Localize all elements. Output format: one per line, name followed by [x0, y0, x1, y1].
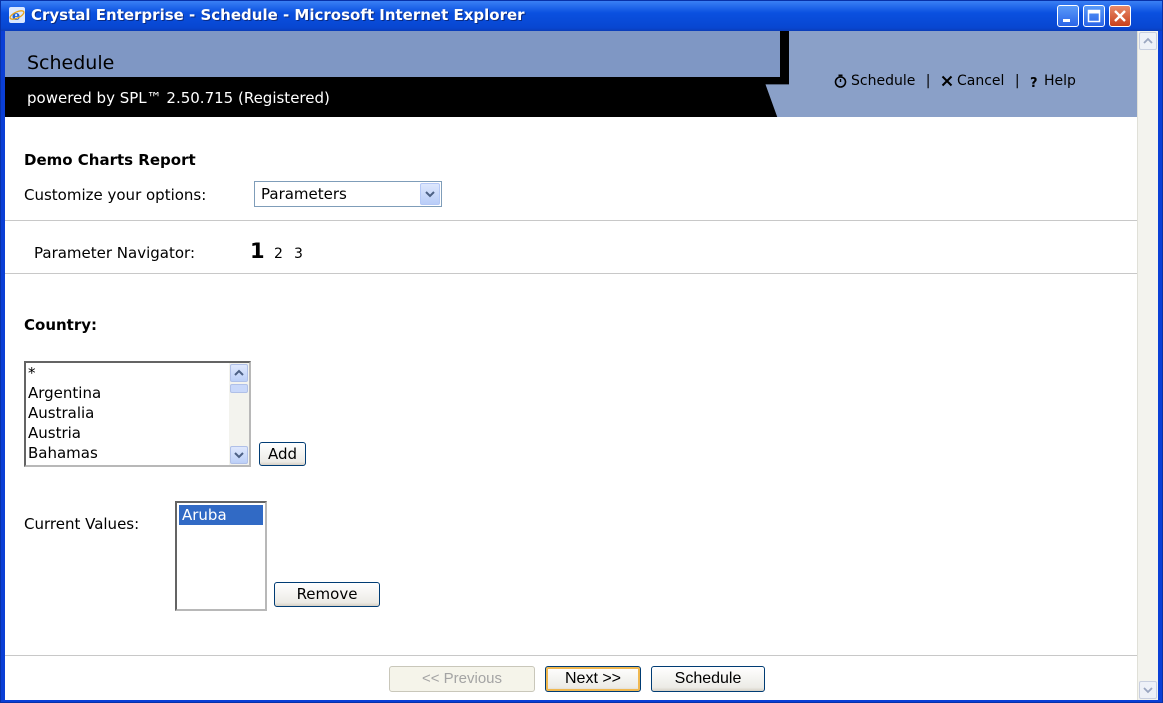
customize-options-label: Customize your options: — [24, 186, 207, 204]
country-options: * Argentina Australia Austria Bahamas — [28, 363, 101, 463]
page-content: Schedule powered by SPL™ 2.50.715 (Regis… — [5, 31, 1137, 700]
chevron-up-icon — [1143, 37, 1153, 44]
schedule-button[interactable]: Schedule — [651, 666, 765, 692]
list-item[interactable]: Austria — [28, 423, 101, 443]
close-icon — [1114, 10, 1126, 22]
header-title-band — [5, 31, 780, 77]
help-link[interactable]: ? Help — [1026, 73, 1076, 91]
scroll-up-button[interactable] — [230, 364, 248, 382]
help-link-label: Help — [1044, 73, 1076, 89]
minimize-icon — [1063, 19, 1070, 22]
current-values-label: Current Values: — [24, 515, 140, 533]
param-page-1: 1 — [250, 239, 265, 263]
param-page-2-link[interactable]: 2 — [274, 246, 283, 262]
current-values-listbox[interactable]: Aruba — [175, 501, 267, 611]
listbox-scrollbar[interactable] — [229, 363, 249, 465]
list-item[interactable]: * — [28, 363, 101, 383]
dropdown-button[interactable] — [420, 183, 440, 205]
scroll-thumb[interactable] — [230, 384, 248, 393]
internet-explorer-icon: e — [9, 7, 25, 23]
next-button[interactable]: Next >> — [545, 666, 641, 692]
cancel-link-label: Cancel — [956, 73, 1005, 89]
previous-button: << Previous — [389, 666, 535, 692]
close-button[interactable] — [1109, 5, 1131, 27]
add-button[interactable]: Add — [259, 442, 306, 466]
powered-by-text: powered by SPL™ 2.50.715 (Registered) — [27, 89, 330, 107]
window-title: Crystal Enterprise - Schedule - Microsof… — [31, 6, 525, 24]
link-separator: | — [1014, 73, 1020, 89]
list-item[interactable]: Argentina — [28, 383, 101, 403]
stopwatch-icon — [834, 74, 847, 88]
country-label: Country: — [24, 316, 98, 334]
chevron-down-icon — [425, 191, 435, 198]
divider — [5, 220, 1137, 221]
maximize-button[interactable] — [1083, 5, 1105, 27]
country-listbox[interactable]: * Argentina Australia Austria Bahamas — [24, 361, 251, 467]
link-separator: | — [925, 73, 931, 89]
browser-window: e Crystal Enterprise - Schedule - Micros… — [0, 0, 1163, 703]
param-page-3-link[interactable]: 3 — [294, 246, 303, 262]
remove-button[interactable]: Remove — [274, 582, 380, 607]
page-scrollbar[interactable] — [1137, 31, 1158, 700]
chevron-up-icon — [234, 369, 244, 376]
page-header: Schedule powered by SPL™ 2.50.715 (Regis… — [5, 31, 1137, 117]
cancel-link[interactable]: Cancel — [937, 73, 1009, 89]
list-item[interactable]: Australia — [28, 403, 101, 423]
minimize-button[interactable] — [1057, 5, 1079, 27]
browser-client-area: Schedule powered by SPL™ 2.50.715 (Regis… — [5, 31, 1158, 700]
chevron-down-icon — [1143, 687, 1153, 694]
header-toolbar: Schedule | Cancel | ? Help — [834, 73, 1076, 91]
footer-buttons: << Previous Next >> Schedule — [5, 656, 1137, 700]
question-icon: ? — [1030, 76, 1038, 91]
report-title: Demo Charts Report — [24, 151, 196, 169]
page-scroll-down-button[interactable] — [1139, 681, 1157, 699]
options-select-value: Parameters — [261, 185, 347, 203]
divider — [5, 273, 1137, 274]
parameter-navigator-label: Parameter Navigator: — [34, 244, 195, 262]
list-item[interactable]: Bahamas — [28, 443, 101, 463]
page-scroll-up-button[interactable] — [1139, 32, 1157, 50]
scroll-down-button[interactable] — [230, 446, 248, 464]
title-bar[interactable]: e Crystal Enterprise - Schedule - Micros… — [1, 1, 1162, 31]
list-item[interactable]: Aruba — [179, 505, 263, 525]
svg-text:?: ? — [1030, 76, 1038, 88]
page-title: Schedule — [27, 52, 115, 74]
schedule-link-label: Schedule — [851, 73, 916, 89]
schedule-link[interactable]: Schedule — [834, 73, 920, 89]
cancel-x-icon — [941, 75, 953, 87]
options-select[interactable]: Parameters — [254, 181, 442, 207]
maximize-icon — [1087, 9, 1101, 23]
chevron-down-icon — [234, 452, 244, 459]
